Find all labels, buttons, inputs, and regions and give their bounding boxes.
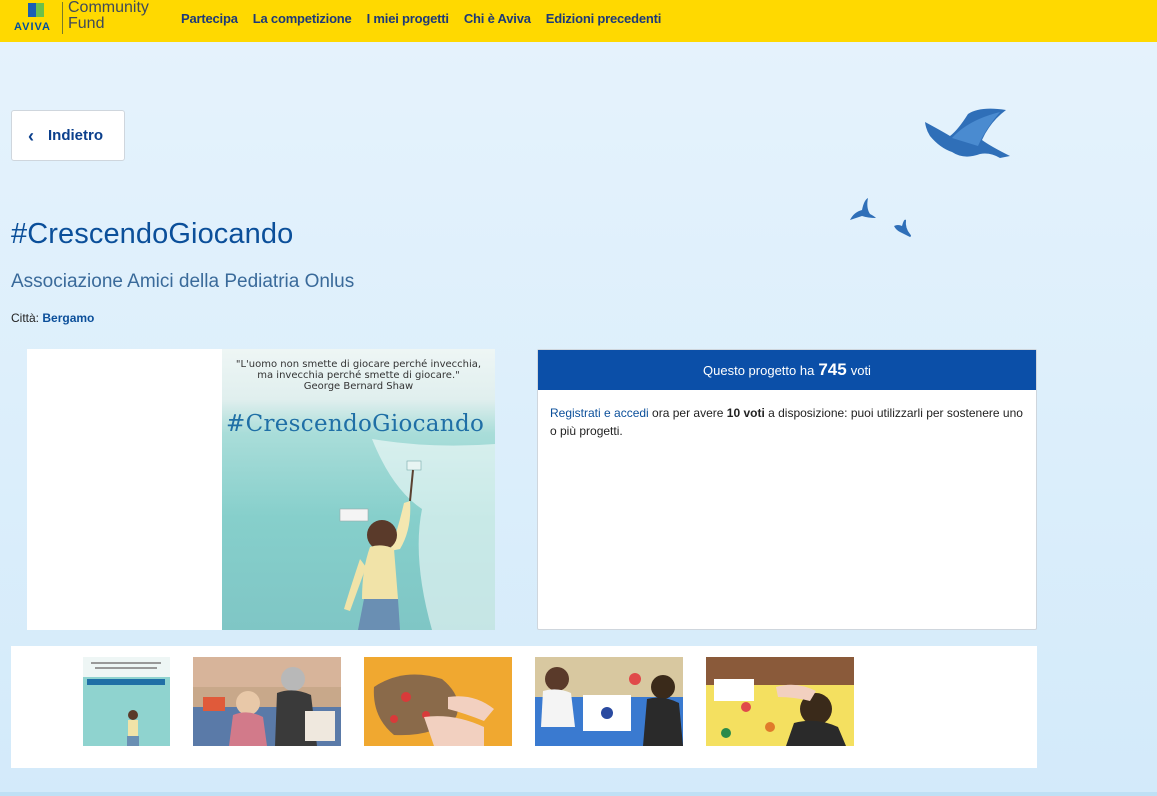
image-gallery [11,646,1037,768]
main-nav: Partecipa La competizione I miei progett… [181,11,676,26]
top-navigation-bar: AVIVA Community Fund Partecipa La compet… [0,0,1157,42]
vote-prefix: Questo progetto ha [703,362,815,378]
gallery-thumbnail-5[interactable] [706,657,854,746]
birds-illustration [850,108,1010,237]
chevron-left-icon: ‹ [28,125,34,146]
back-button[interactable]: ‹ Indietro [11,110,125,161]
nav-item-la-competizione[interactable]: La competizione [253,11,352,26]
thumbnail-craft-image [364,657,512,746]
vote-panel: Questo progetto ha 745 voti Registrati e… [537,349,1037,630]
small-bird-icon-2 [894,219,911,237]
vote-instructions: Registrati e accedi ora per avere 10 vot… [538,390,1036,454]
city-value: Bergamo [42,311,95,325]
footer-divider [0,792,1157,796]
nav-item-chi-e-aviva[interactable]: Chi è Aviva [464,11,531,26]
thumbnail-handprints-image [706,657,854,746]
thumbnail-children-playing-image [193,657,341,746]
gallery-thumbnail-4[interactable] [535,657,683,746]
project-organization: Associazione Amici della Pediatria Onlus [11,271,355,292]
nav-item-partecipa[interactable]: Partecipa [181,11,238,26]
logo-line-2: Fund [68,15,105,32]
vote-count: 745 [818,360,847,379]
project-title: #CrescendoGiocando [11,218,294,250]
project-poster-image: "L'uomo non smette di giocare perché inv… [222,349,495,630]
gallery-thumbnail-2[interactable] [193,657,341,746]
gallery-thumbnail-3[interactable] [364,657,512,746]
small-bird-icon-1 [850,198,876,220]
vote-text-1: ora per avere [648,406,727,420]
child-painting-illustration [339,439,495,630]
register-login-link[interactable]: Registrati e accedi [550,406,649,420]
gallery-thumbnail-1[interactable] [83,657,170,746]
poster-quote-line-2: ma invecchia perché smette di giocare." [257,370,460,381]
nav-item-edizioni-precedenti[interactable]: Edizioni precedenti [546,11,662,26]
project-city: Città: Bergamo [11,311,94,325]
poster-title: #CrescendoGiocando [226,411,485,437]
nav-item-i-miei-progetti[interactable]: I miei progetti [367,11,449,26]
logo-brand-text: AVIVA [14,21,51,33]
logo-line-1: Community [68,0,149,16]
logo-divider [62,2,63,34]
vote-count-header: Questo progetto ha 745 voti [538,350,1036,390]
poster-quote-line-1: "L'uomo non smette di giocare perché inv… [235,359,482,370]
aviva-community-fund-logo[interactable]: AVIVA Community Fund [12,0,162,42]
vote-suffix: voti [850,362,871,378]
large-bird-icon [925,108,1010,158]
logo-product-text: Community Fund [68,0,149,32]
poster-quote-author: George Bernard Shaw [303,381,414,392]
votes-available: 10 voti [726,406,765,420]
thumbnail-poster-image [83,657,170,746]
poster-quote: "L'uomo non smette di giocare perché inv… [222,359,495,392]
city-label: Città: [11,311,40,325]
back-button-label: Indietro [48,127,103,144]
main-project-image: "L'uomo non smette di giocare perché inv… [27,349,495,630]
thumbnail-painting-table-image [535,657,683,746]
